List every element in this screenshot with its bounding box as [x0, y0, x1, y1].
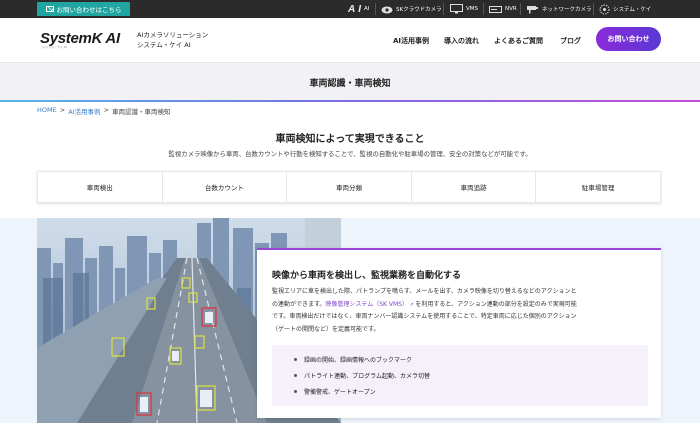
breadcrumb: HOME > AI活用事例 > 車両認識・車両検知 — [37, 106, 171, 116]
divider — [375, 3, 376, 15]
divider — [593, 3, 594, 15]
feature-text-line4: （ゲートの開閉など）を定義可能です。 — [272, 325, 380, 333]
bullet-dot-icon — [294, 374, 297, 377]
divider — [443, 3, 444, 15]
feature-text-line3: です。車両検出だけではなく、車両ナンバー認識システムを使用することで、特定車両に… — [272, 313, 577, 320]
section-heading: 車両検知によって実現できること — [275, 134, 425, 145]
contact-top-label: お問い合わせはこちら — [56, 6, 122, 14]
ai-logo-icon-i: I — [358, 3, 362, 15]
feature-text-line2-pre: の連動ができます。 — [272, 300, 326, 308]
breadcrumb-separator: > — [103, 106, 110, 114]
product-label: システム・ケイ — [613, 7, 652, 13]
vms-monitor-icon — [450, 4, 463, 14]
mail-icon — [45, 6, 54, 12]
product-link-cloud-camera[interactable]: SKクラウドカメラ — [381, 0, 442, 18]
product-label: VMS — [466, 6, 478, 12]
system-k-logo-icon — [599, 4, 610, 14]
feature-tabs: 車両検出 台数カウント 車両分類 車両追跡 駐車場管理 — [37, 171, 661, 203]
section-lead: 監視カメラ映像から車両、台数カウントや行動を検知することで、監視の自動化や駐車場… — [168, 150, 532, 158]
bullet-dot-icon — [294, 390, 297, 393]
nvr-recorder-icon — [489, 5, 502, 13]
product-link-vms[interactable]: VMS — [450, 0, 478, 18]
list-item-text: 録画の開始、録画情報へのブックマーク — [304, 357, 413, 364]
nav-item-faq[interactable]: よくあるご質問 — [494, 36, 543, 46]
product-link-nvr[interactable]: NVR — [489, 0, 517, 18]
network-camera-icon — [527, 5, 538, 13]
list-item-text: 警備警戒、ゲートオープン — [304, 389, 376, 396]
list-item: パトライト連動、プログラム起動、カメラ切替 — [294, 371, 430, 380]
tab-vehicle-tracking[interactable]: 車両追跡 — [412, 172, 537, 202]
tab-parking-management[interactable]: 駐車場管理 — [536, 172, 660, 202]
list-item-text: パトライト連動、プログラム起動、カメラ切替 — [304, 373, 431, 380]
contact-button[interactable]: お問い合わせ — [596, 27, 661, 51]
tab-vehicle-count[interactable]: 台数カウント — [163, 172, 288, 202]
tab-vehicle-detection[interactable]: 車両検出 — [38, 172, 163, 202]
feature-bullet-box: 録画の開始、録画情報へのブックマーク パトライト連動、プログラム起動、カメラ切替… — [272, 345, 648, 406]
product-label: NVR — [505, 6, 517, 12]
divider — [520, 3, 521, 15]
feature-text-line1: 監視エリアに車を検出した際、パトランプを鳴らす、メールを出す、カメラ映像を切り替… — [272, 288, 577, 295]
feature-card: 映像から車両を検出し、監視業務を自動化する 監視エリアに車を検出した際、パトラン… — [257, 248, 661, 418]
vms-link[interactable]: 映像管理システム（SK VMS） — [325, 301, 408, 308]
tab-vehicle-classification[interactable]: 車両分類 — [287, 172, 412, 202]
breadcrumb-separator: > — [59, 106, 66, 114]
product-label: ネットワークカメラ — [542, 7, 592, 13]
feature-heading: 映像から車両を検出し、監視業務を自動化する — [272, 271, 462, 281]
site-logo-subtext: システム・ケイ AI — [42, 45, 67, 49]
ai-logo-icon: A — [348, 3, 356, 15]
bullet-dot-icon — [294, 358, 297, 361]
breadcrumb-current: 車両認識・車両検知 — [112, 108, 171, 116]
feature-text-line2-post: を利用すると、アクション連動の部分を設定のみで実現可能 — [415, 300, 577, 308]
product-link-ai[interactable]: AI AI — [348, 0, 369, 18]
cloud-camera-icon — [381, 6, 393, 13]
nav-item-introduction-flow[interactable]: 導入の流れ — [444, 36, 479, 46]
product-link-system-k[interactable]: システム・ケイ — [599, 0, 651, 18]
page-title: 車両認識・車両検知 — [309, 79, 391, 89]
contact-top-button[interactable]: お問い合わせはこちら — [37, 2, 130, 16]
product-label: SKクラウドカメラ — [396, 7, 442, 13]
tagline-line2: システム・ケイ AI — [137, 41, 191, 49]
product-link-network-camera[interactable]: ネットワークカメラ — [526, 0, 592, 18]
divider — [483, 3, 484, 15]
product-label: AI — [364, 6, 370, 12]
breadcrumb-ai-cases[interactable]: AI活用事例 — [68, 106, 100, 116]
feature-paragraph: 監視エリアに車を検出した際、パトランプを鳴らす、メールを出す、カメラ映像を切り替… — [272, 286, 650, 336]
breadcrumb-home[interactable]: HOME — [37, 106, 57, 116]
tagline-line1: AIカメラソリューション — [137, 31, 209, 39]
list-item: 警備警戒、ゲートオープン — [294, 387, 376, 396]
nav-item-blog[interactable]: ブログ — [560, 36, 581, 46]
nav-item-ai-cases[interactable]: AI活用事例 — [393, 36, 429, 46]
list-item: 録画の開始、録画情報へのブックマーク — [294, 355, 412, 364]
gradient-divider — [0, 100, 700, 102]
